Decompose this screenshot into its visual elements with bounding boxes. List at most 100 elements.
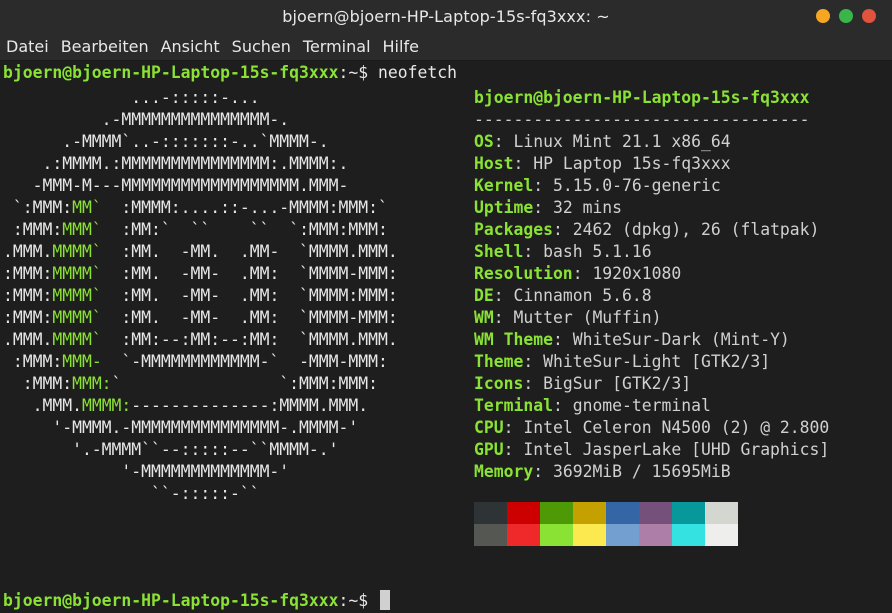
color-swatch bbox=[540, 502, 573, 524]
bottom-prompt-line[interactable]: bjoern@bjoern-HP-Laptop-15s-fq3xxx:~$ bbox=[3, 590, 390, 612]
info-key: Terminal bbox=[474, 396, 553, 415]
menu-suchen[interactable]: Suchen bbox=[226, 37, 297, 56]
info-key: Theme bbox=[474, 352, 524, 371]
ascii-line: .-MMMM`..-:::::::-..`MMMM-. bbox=[3, 132, 329, 151]
color-swatch bbox=[474, 524, 507, 546]
info-value: 1920x1080 bbox=[592, 264, 682, 283]
info-value: 32 mins bbox=[552, 198, 623, 217]
ascii-line: :MMM:MMM` :MM:` `` `` `:MMM:MMM: bbox=[3, 220, 388, 239]
ascii-line: :MMM:MMM:` `:MMM:MMM: bbox=[3, 374, 378, 393]
info-value: BigSur [GTK2/3] bbox=[543, 374, 692, 393]
ascii-line: ``-:::::-`` bbox=[3, 484, 260, 503]
color-swatch bbox=[672, 524, 705, 546]
terminal-output[interactable]: bjoern@bjoern-HP-Laptop-15s-fq3xxx:~$ ne… bbox=[0, 61, 892, 613]
ascii-line: '.-MMMM``--:::::--``MMMM-.' bbox=[3, 440, 339, 459]
info-value: gnome-terminal bbox=[572, 396, 711, 415]
menu-datei[interactable]: Datei bbox=[0, 37, 55, 56]
color-palette bbox=[474, 502, 738, 546]
distro-ascii-logo: ...-:::::-... .-MMMMMMMMMMMMMMM-. .-MMMM… bbox=[3, 87, 398, 505]
info-value: Intel JasperLake [UHD Graphics] bbox=[523, 440, 830, 459]
bottom-prompt-user-host: bjoern@bjoern-HP-Laptop-15s-fq3xxx bbox=[3, 591, 339, 610]
info-key: Packages bbox=[474, 220, 553, 239]
info-row: Theme: WhiteSur-Light [GTK2/3] bbox=[474, 352, 771, 371]
prompt-command: neofetch bbox=[378, 63, 457, 82]
info-key: DE bbox=[474, 286, 494, 305]
color-swatch bbox=[705, 524, 738, 546]
info-row: Icons: BigSur [GTK2/3] bbox=[474, 374, 692, 393]
info-value: Cinnamon 5.6.8 bbox=[513, 286, 652, 305]
info-value: WhiteSur-Dark (Mint-Y) bbox=[572, 330, 790, 349]
ascii-line: :MMM:MMM- `-MMMMMMMMMMMM-` -MMM-MMM: bbox=[3, 352, 388, 371]
info-row: Packages: 2462 (dpkg), 26 (flatpak) bbox=[474, 220, 820, 239]
ascii-line: :MMM:MMMM` :MM. -MM- .MM: `MMMM-MMM: bbox=[3, 264, 398, 283]
prompt-path: :~$ bbox=[338, 63, 369, 82]
color-swatch bbox=[507, 502, 540, 524]
info-row: Uptime: 32 mins bbox=[474, 198, 623, 217]
ascii-line: .:MMMM.:MMMMMMMMMMMMMMM:.MMMM:. bbox=[3, 154, 349, 173]
close-button[interactable] bbox=[862, 9, 876, 23]
color-swatch bbox=[672, 502, 705, 524]
color-swatch bbox=[474, 502, 507, 524]
info-value: bash 5.1.16 bbox=[543, 242, 652, 261]
bottom-prompt-path: :~$ bbox=[338, 591, 369, 610]
color-swatch bbox=[606, 502, 639, 524]
info-key: Uptime bbox=[474, 198, 534, 217]
info-value: WhiteSur-Light [GTK2/3] bbox=[543, 352, 771, 371]
info-key: Kernel bbox=[474, 176, 534, 195]
menu-terminal[interactable]: Terminal bbox=[297, 37, 377, 56]
info-row: Kernel: 5.15.0-76-generic bbox=[474, 176, 721, 195]
info-key: Resolution bbox=[474, 264, 573, 283]
info-key: Icons bbox=[474, 374, 524, 393]
info-row: Host: HP Laptop 15s-fq3xxx bbox=[474, 154, 731, 173]
ascii-line: `:MMM:MM` :MMMM:....::-...-MMMM:MMM:` bbox=[3, 198, 388, 217]
text-cursor bbox=[380, 590, 390, 610]
info-row: GPU: Intel JasperLake [UHD Graphics] bbox=[474, 440, 830, 459]
info-key: GPU bbox=[474, 440, 504, 459]
ascii-line: .MMM.MMMM` :MM:--:MM:--:MM: `MMMM.MMM. bbox=[3, 330, 398, 349]
info-key: WM bbox=[474, 308, 494, 327]
color-swatch bbox=[639, 524, 672, 546]
info-value: Intel Celeron N4500 (2) @ 2.800 bbox=[523, 418, 830, 437]
color-swatch bbox=[705, 502, 738, 524]
ascii-line: .MMM.MMMM:--------------:MMMM.MMM. bbox=[3, 396, 369, 415]
title-bar[interactable]: bjoern@bjoern-HP-Laptop-15s-fq3xxx: ~ bbox=[0, 0, 892, 33]
info-separator: ---------------------------------- bbox=[474, 110, 810, 129]
ascii-line: .MMM.MMMM` :MM. -MM. .MM- `MMMM.MMM. bbox=[3, 242, 398, 261]
info-row: Memory: 3692MiB / 15695MiB bbox=[474, 462, 731, 481]
info-row: DE: Cinnamon 5.6.8 bbox=[474, 286, 652, 305]
color-swatch bbox=[573, 502, 606, 524]
info-row: WM: Mutter (Muffin) bbox=[474, 308, 662, 327]
color-swatch bbox=[639, 502, 672, 524]
system-info: bjoern@bjoern-HP-Laptop-15s-fq3xxx -----… bbox=[474, 87, 829, 483]
ascii-line: '-MMMMMMMMMMMMM-' bbox=[3, 462, 290, 481]
menu-bearbeiten[interactable]: Bearbeiten bbox=[55, 37, 155, 56]
info-key: WM Theme bbox=[474, 330, 553, 349]
minimize-button[interactable] bbox=[816, 9, 830, 23]
ascii-line: ...-:::::-... bbox=[3, 88, 260, 107]
info-key: CPU bbox=[474, 418, 504, 437]
info-value: 2462 (dpkg), 26 (flatpak) bbox=[572, 220, 820, 239]
window-controls bbox=[816, 9, 876, 23]
info-row: OS: Linux Mint 21.1 x86_64 bbox=[474, 132, 731, 151]
window-title: bjoern@bjoern-HP-Laptop-15s-fq3xxx: ~ bbox=[282, 7, 610, 26]
info-value: 5.15.0-76-generic bbox=[552, 176, 721, 195]
ascii-line: '-MMMM.-MMMMMMMMMMMMMMM-.MMMM-' bbox=[3, 418, 359, 437]
info-row: Shell: bash 5.1.16 bbox=[474, 242, 652, 261]
prompt-user-host: bjoern@bjoern-HP-Laptop-15s-fq3xxx bbox=[3, 63, 339, 82]
info-value: Linux Mint 21.1 x86_64 bbox=[513, 132, 731, 151]
info-key: OS bbox=[474, 132, 494, 151]
info-row: Terminal: gnome-terminal bbox=[474, 396, 711, 415]
maximize-button[interactable] bbox=[839, 9, 853, 23]
ascii-line: :MMM:MMMM` :MM. -MM- .MM: `MMMM-MMM: bbox=[3, 308, 398, 327]
terminal-window: bjoern@bjoern-HP-Laptop-15s-fq3xxx: ~ Da… bbox=[0, 0, 892, 613]
info-key: Shell bbox=[474, 242, 524, 261]
command-line: bjoern@bjoern-HP-Laptop-15s-fq3xxx:~$ ne… bbox=[3, 62, 457, 84]
info-row: WM Theme: WhiteSur-Dark (Mint-Y) bbox=[474, 330, 790, 349]
info-value: 3692MiB / 15695MiB bbox=[552, 462, 731, 481]
info-row: CPU: Intel Celeron N4500 (2) @ 2.800 bbox=[474, 418, 830, 437]
menu-ansicht[interactable]: Ansicht bbox=[155, 37, 226, 56]
ascii-line: .-MMMMMMMMMMMMMMM-. bbox=[3, 110, 290, 129]
menu-hilfe[interactable]: Hilfe bbox=[377, 37, 425, 56]
info-value: Mutter (Muffin) bbox=[513, 308, 662, 327]
info-value: HP Laptop 15s-fq3xxx bbox=[533, 154, 731, 173]
